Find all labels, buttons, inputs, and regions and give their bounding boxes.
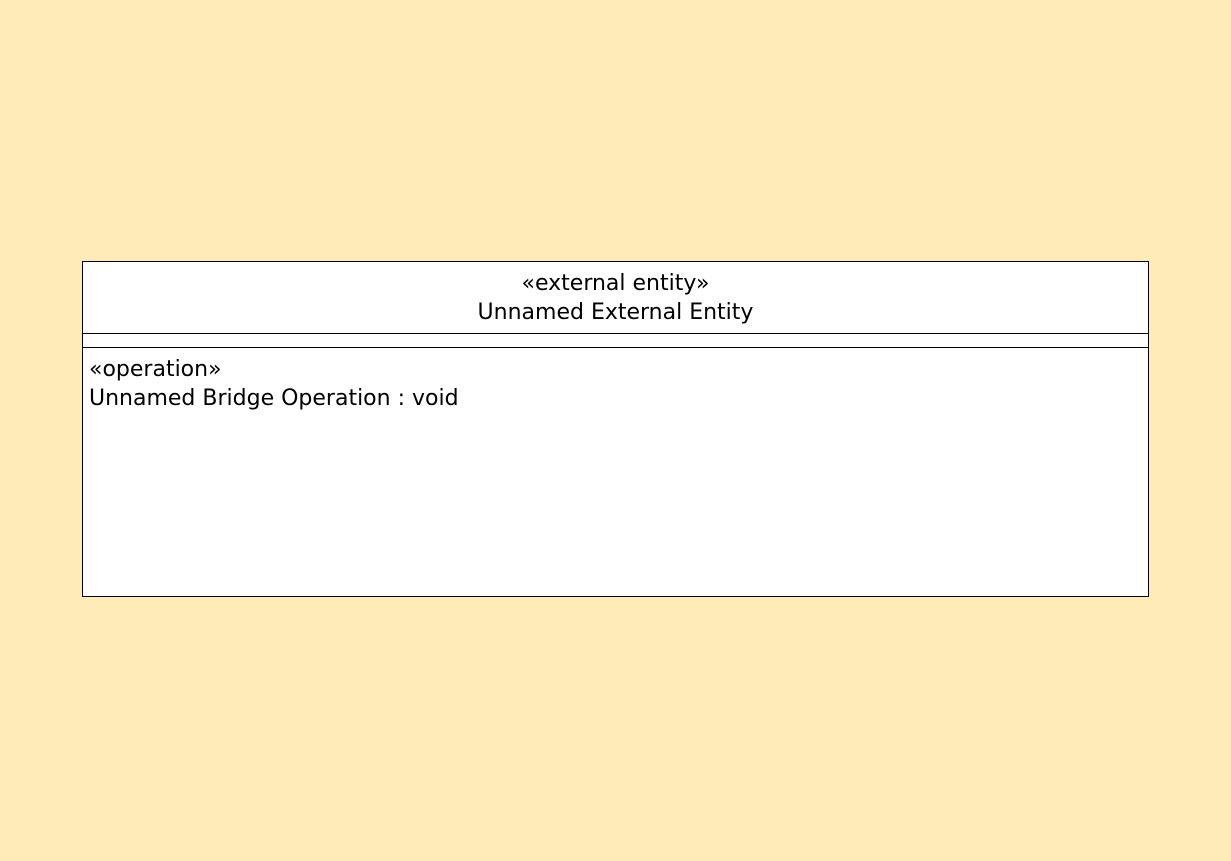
diagram-canvas: { "entity": { "stereotype": "«external e…	[0, 0, 1231, 861]
operation-stereotype: «operation»	[89, 357, 222, 382]
entity-header-compartment: «external entity» Unnamed External Entit…	[83, 262, 1148, 334]
external-entity-box[interactable]: «external entity» Unnamed External Entit…	[82, 261, 1149, 597]
operation-signature[interactable]: Unnamed Bridge Operation : void	[89, 385, 459, 413]
entity-name[interactable]: Unnamed External Entity	[83, 299, 1148, 327]
operations-compartment: «operation» Unnamed Bridge Operation : v…	[83, 348, 1148, 596]
attributes-compartment	[83, 335, 1148, 348]
entity-stereotype: «external entity»	[521, 271, 710, 296]
